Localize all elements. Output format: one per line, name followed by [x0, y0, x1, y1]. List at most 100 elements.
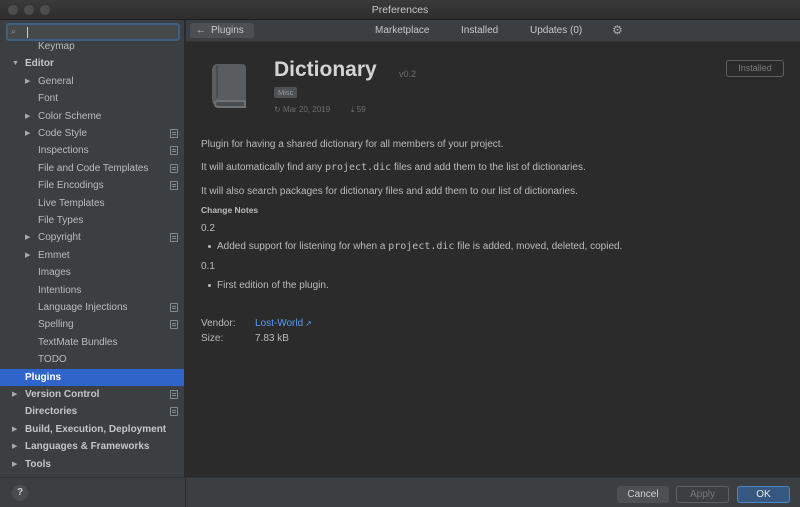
cancel-button[interactable]: Cancel	[617, 486, 669, 503]
chevron-right-icon[interactable]: ▶	[12, 456, 17, 473]
sidebar-item-label: Plugins	[25, 371, 62, 383]
sidebar-item-directories[interactable]: Directories	[0, 403, 184, 420]
sidebar-item-copyright[interactable]: ▶ Copyright	[0, 229, 184, 246]
sidebar-item-label: TextMate Bundles	[38, 336, 118, 348]
title-bar: Preferences	[0, 0, 800, 20]
description-line-3: It will also search packages for diction…	[201, 186, 578, 197]
back-button-label: Plugins	[211, 25, 244, 36]
sidebar-item-label: Version Control	[25, 389, 100, 400]
back-to-plugins-button[interactable]: ← Plugins	[190, 23, 254, 38]
sidebar-item-label: File Encodings	[38, 180, 104, 192]
change-version: 0.1	[201, 261, 215, 272]
description-line-2: It will automatically find any project.d…	[201, 162, 586, 173]
change-text: First edition of the plugin.	[217, 280, 329, 291]
plugin-details-pane: ← Plugins Marketplace Installed Updates (…	[186, 20, 800, 477]
chevron-right-icon[interactable]: ▶	[25, 125, 30, 142]
book-icon	[211, 64, 246, 108]
plugin-name: Dictionary	[274, 58, 377, 81]
settings-sidebar: Keymap ▼ Editor ▶ General Font ▶ Color Scheme ▶ C…	[0, 20, 185, 477]
sidebar-item-label: Images	[38, 267, 71, 279]
sidebar-item-label: Build, Execution, Deployment	[25, 423, 167, 435]
sidebar-item-languages-frameworks[interactable]: ▶ Languages & Frameworks	[0, 438, 184, 455]
tab-updates[interactable]: Updates (0)	[530, 25, 582, 36]
sidebar-item-label: Languages & Frameworks	[25, 441, 150, 453]
chevron-right-icon[interactable]: ▶	[25, 247, 30, 264]
sidebar-footer: ?	[0, 477, 186, 507]
sidebar-item-spelling[interactable]: Spelling	[0, 316, 184, 333]
sidebar-item-build-execution-deployment[interactable]: ▶ Build, Execution, Deployment	[0, 421, 184, 438]
search-icon: ⌕	[11, 26, 17, 36]
project-scope-icon	[170, 303, 178, 312]
description-text: Plugin for having a shared dictionary fo…	[201, 139, 504, 150]
size-label: Size:	[201, 333, 224, 344]
vendor-link-text[interactable]: Lost-World	[255, 318, 303, 329]
chevron-right-icon[interactable]: ▶	[25, 108, 30, 125]
sidebar-item-tools[interactable]: ▶ Tools	[0, 456, 184, 473]
sidebar-item-label: Code Style	[38, 128, 87, 139]
vendor-link[interactable]: Lost-World ↗	[255, 318, 312, 329]
description-text: files and add them to the list of dictio…	[391, 162, 586, 173]
code-span: project.dic	[324, 162, 392, 173]
sidebar-item-code-style[interactable]: ▶ Code Style	[0, 125, 184, 142]
sidebar-item-images[interactable]: Images	[0, 264, 184, 281]
change-version: 0.2	[201, 223, 215, 234]
external-link-icon: ↗	[305, 319, 312, 328]
change-notes-heading: Change Notes	[201, 205, 259, 215]
sidebar-item-file-encodings[interactable]: File Encodings	[0, 177, 184, 194]
chevron-right-icon[interactable]: ▶	[12, 438, 17, 455]
chevron-right-icon[interactable]: ▶	[25, 73, 30, 90]
sidebar-item-intentions[interactable]: Intentions	[0, 282, 184, 299]
change-bullet: First edition of the plugin.	[208, 280, 329, 291]
sidebar-item-language-injections[interactable]: Language Injections	[0, 299, 184, 316]
sidebar-item-label: Language Injections	[38, 302, 128, 313]
sidebar-item-color-scheme[interactable]: ▶ Color Scheme	[0, 108, 184, 125]
chevron-down-icon[interactable]: ▼	[12, 55, 19, 72]
sidebar-item-file-and-code-templates[interactable]: File and Code Templates	[0, 160, 184, 177]
sidebar-item-font[interactable]: Font	[0, 90, 184, 107]
gear-icon[interactable]: ⚙	[612, 23, 623, 37]
plugin-date: ↻ Mar 20, 2019	[274, 105, 330, 114]
chevron-right-icon[interactable]: ▶	[12, 386, 17, 403]
size-value: 7.83 kB	[255, 333, 289, 344]
refresh-icon: ↻	[274, 105, 281, 114]
plugin-date-text: Mar 20, 2019	[282, 105, 331, 114]
project-scope-icon	[170, 163, 178, 173]
bullet-dot	[208, 283, 211, 287]
tab-installed[interactable]: Installed	[461, 25, 498, 36]
sidebar-item-label: Intentions	[38, 284, 82, 296]
sidebar-item-emmet[interactable]: ▶ Emmet	[0, 247, 184, 264]
project-scope-icon	[170, 320, 178, 330]
sidebar-item-general[interactable]: ▶ General	[0, 73, 184, 90]
download-icon: ⤓	[351, 105, 355, 114]
window-title: Preferences	[371, 4, 429, 16]
plugin-downloads: ⤓ 59	[351, 105, 366, 115]
change-text: file is added, moved, deleted, copied.	[454, 241, 623, 252]
chevron-right-icon[interactable]: ▶	[25, 229, 30, 246]
sidebar-item-label: Live Templates	[38, 197, 105, 209]
sidebar-item-label: Emmet	[38, 249, 70, 261]
sidebar-item-version-control[interactable]: ▶ Version Control	[0, 386, 184, 403]
sidebar-item-todo[interactable]: TODO	[0, 351, 184, 368]
installed-button[interactable]: Installed	[726, 60, 784, 77]
dialog-footer: Cancel Apply OK	[186, 477, 800, 507]
sidebar-item-inspections[interactable]: Inspections	[0, 142, 184, 159]
vendor-row: Vendor: Lost-World ↗	[201, 318, 312, 329]
settings-search-input[interactable]: ⌕	[6, 23, 180, 41]
size-row: Size: 7.83 kB	[201, 333, 289, 344]
sidebar-item-label: Directories	[25, 406, 78, 418]
vendor-label: Vendor:	[201, 318, 236, 329]
plugin-version: v0.2	[399, 69, 417, 79]
tab-marketplace[interactable]: Marketplace	[375, 25, 429, 36]
text-caret	[27, 27, 28, 38]
chevron-right-icon[interactable]: ▶	[12, 421, 17, 438]
sidebar-item-label: Tools	[25, 458, 51, 470]
apply-button[interactable]: Apply	[676, 486, 729, 503]
sidebar-item-textmate-bundles[interactable]: TextMate Bundles	[0, 334, 184, 351]
ok-button[interactable]: OK	[737, 486, 790, 503]
sidebar-item-editor[interactable]: ▼ Editor	[0, 55, 184, 72]
sidebar-item-live-templates[interactable]: Live Templates	[0, 195, 184, 212]
sidebar-item-file-types[interactable]: File Types	[0, 212, 184, 229]
sidebar-item-plugins[interactable]: Plugins	[0, 368, 184, 386]
help-button[interactable]: ?	[12, 485, 28, 501]
bullet-dot	[208, 244, 211, 248]
